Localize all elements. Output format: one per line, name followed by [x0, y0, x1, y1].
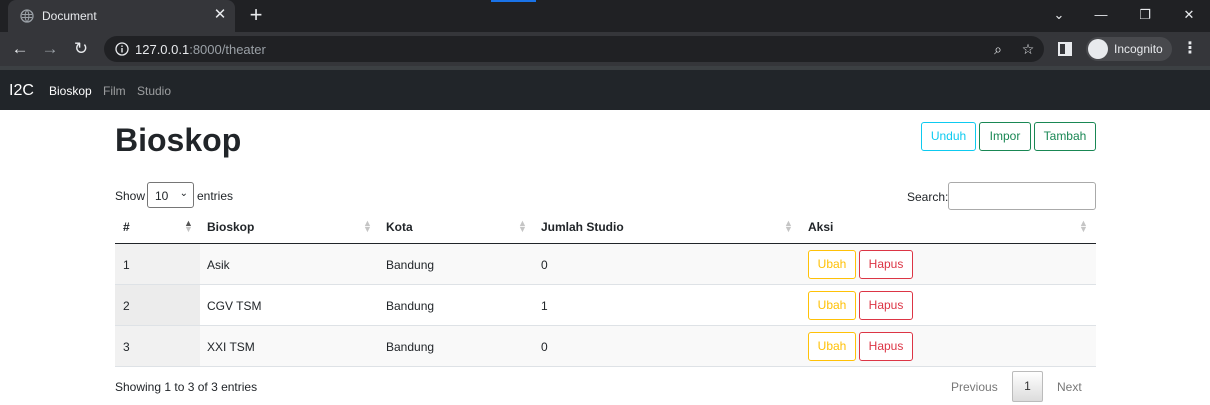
column-header-aksi[interactable]: Aksi [808, 220, 833, 234]
forward-icon[interactable]: → [40, 39, 60, 59]
next-page-button[interactable]: Next [1057, 380, 1082, 394]
navbar-brand[interactable]: I2C [9, 82, 34, 100]
globe-icon [20, 9, 34, 23]
previous-page-button[interactable]: Previous [951, 380, 998, 394]
minimize-icon[interactable]: — [1093, 6, 1109, 24]
side-panel-icon[interactable] [1058, 42, 1072, 56]
column-header-kota[interactable]: Kota [386, 220, 413, 234]
current-page-button[interactable]: 1 [1012, 371, 1043, 402]
url-text[interactable]: 127.0.0.1:8000/theater [135, 42, 266, 57]
cell-no: 1 [123, 258, 130, 272]
browser-toolbar: ← → ↻ 127.0.0.1:8000/theater ⌕ ☆ Incogni… [0, 32, 1210, 66]
incognito-icon [1088, 39, 1108, 59]
cell-jumlah-studio: 1 [541, 299, 548, 313]
address-bar[interactable]: 127.0.0.1:8000/theater ⌕ ☆ [104, 36, 1044, 62]
back-icon[interactable]: ← [10, 39, 30, 59]
cell-kota: Bandung [386, 299, 435, 313]
search-input[interactable] [948, 182, 1096, 210]
nav-link-bioskop[interactable]: Bioskop [49, 84, 92, 98]
cell-bioskop: XXI TSM [207, 340, 255, 354]
page-title: Bioskop [115, 122, 242, 158]
entries-label: entries [197, 189, 234, 203]
tab-search-chevron-icon[interactable]: ⌄ [1051, 6, 1067, 24]
restore-icon[interactable]: ❐ [1137, 6, 1153, 24]
site-info-icon[interactable] [115, 42, 129, 56]
edit-button[interactable]: Ubah [808, 291, 856, 320]
nav-link-studio[interactable]: Studio [137, 84, 171, 98]
table-header: # ▲ ▼ Bioskop ▲ ▼ Kota ▲ ▼ Jumlah Studio ▲ ▼… [115, 210, 1096, 244]
delete-button[interactable]: Hapus [859, 332, 913, 361]
show-label: Show [115, 189, 146, 203]
column-header-bioskop[interactable]: Bioskop [207, 220, 254, 234]
chevron-down-icon: ⌄ [179, 188, 188, 199]
loading-indicator [491, 0, 536, 2]
cell-no: 3 [123, 340, 130, 354]
incognito-profile-button[interactable]: Incognito [1086, 37, 1172, 61]
page-length-select[interactable]: 10 ⌄ [147, 182, 194, 208]
cell-bioskop: CGV TSM [207, 299, 262, 313]
profile-label: Incognito [1114, 42, 1163, 56]
page-length-value: 10 [155, 189, 169, 203]
sort-icon: ▲ ▼ [518, 218, 527, 234]
nav-link-film[interactable]: Film [103, 84, 126, 98]
zoom-icon[interactable]: ⌕ [990, 41, 1006, 57]
column-header-jumlah-studio[interactable]: Jumlah Studio [541, 220, 624, 234]
table-row: 1 Asik Bandung 0 Ubah Hapus [115, 244, 1096, 285]
column-header-no[interactable]: # [123, 220, 130, 234]
cell-no: 2 [123, 299, 130, 313]
reload-icon[interactable]: ↻ [71, 39, 91, 59]
import-button[interactable]: Impor [979, 122, 1031, 151]
cell-jumlah-studio: 0 [541, 258, 548, 272]
edit-button[interactable]: Ubah [808, 250, 856, 279]
cell-kota: Bandung [386, 258, 435, 272]
app-navbar: I2C Bioskop Film Studio [0, 66, 1210, 110]
bookmark-star-icon[interactable]: ☆ [1020, 41, 1036, 57]
sort-icon: ▲ ▼ [1079, 218, 1088, 234]
browser-tab-strip: Document ✕ + ⌄ — ❐ ✕ [0, 0, 1210, 32]
delete-button[interactable]: Hapus [859, 250, 913, 279]
browser-menu-icon[interactable]: ⋮ [1182, 40, 1198, 58]
download-button[interactable]: Unduh [921, 122, 976, 151]
table-row: 2 CGV TSM Bandung 1 Ubah Hapus [115, 285, 1096, 326]
table-info: Showing 1 to 3 of 3 entries [115, 380, 258, 394]
table-row: 3 XXI TSM Bandung 0 Ubah Hapus [115, 326, 1096, 367]
sort-icon: ▲ ▼ [363, 218, 372, 234]
delete-button[interactable]: Hapus [859, 291, 913, 320]
browser-tab[interactable]: Document ✕ [8, 0, 235, 32]
sort-icon: ▲ ▼ [784, 218, 793, 234]
tab-title: Document [42, 9, 97, 23]
cell-kota: Bandung [386, 340, 435, 354]
cell-bioskop: Asik [207, 258, 230, 272]
search-label: Search: [907, 190, 949, 204]
edit-button[interactable]: Ubah [808, 332, 856, 361]
cell-jumlah-studio: 0 [541, 340, 548, 354]
close-tab-icon[interactable]: ✕ [213, 7, 227, 22]
sort-asc-icon: ▲ ▼ [184, 218, 193, 234]
add-button[interactable]: Tambah [1034, 122, 1096, 151]
new-tab-icon[interactable]: + [246, 4, 266, 26]
close-window-icon[interactable]: ✕ [1181, 6, 1197, 24]
